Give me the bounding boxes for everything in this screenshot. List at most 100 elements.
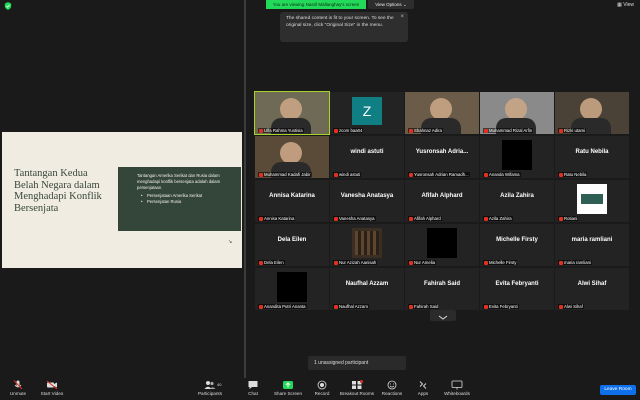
whiteboards-label: Whiteboards <box>444 391 470 396</box>
participant-tile[interactable]: Rotiani <box>555 180 629 222</box>
participant-video-off <box>502 140 532 170</box>
participant-name-label: Nur Azizah Aanisah <box>333 260 378 265</box>
participant-name: Anandita Putri Ananta <box>264 304 306 309</box>
participant-tile[interactable]: Muhammad Kadafi Jabir <box>255 136 329 178</box>
muted-mic-icon <box>484 172 488 177</box>
shared-screen: Tantangan Kedua Belah Negara dalam Mengh… <box>2 132 242 268</box>
view-button[interactable]: ▦ View <box>617 2 634 8</box>
breakout-rooms-icon <box>352 380 363 389</box>
split-divider[interactable] <box>244 0 246 378</box>
participant-tile[interactable]: Dela Eilen Dela Eilen <box>255 224 329 266</box>
apps-label: Apps <box>417 391 429 396</box>
participant-name-display: Vanesha Anatasya <box>340 193 394 199</box>
participant-name: Ratu Nebila <box>564 172 587 177</box>
muted-mic-icon <box>559 172 563 177</box>
participant-name: Muhammad Kadafi Jabir <box>264 172 311 177</box>
participant-tile[interactable]: Nur Azizah Aanisah <box>330 224 404 266</box>
slide-panel-text: Tantangan Amerika Serikat dan Rusia dala… <box>137 173 221 191</box>
participant-tile[interactable]: Ratu Nebila Ratu Nebila <box>555 136 629 178</box>
participant-tile[interactable]: Nur Amelia <box>405 224 479 266</box>
participant-name-label: Ratu Nebila <box>558 172 588 177</box>
participant-name: Muhammad Rizal Arfin <box>489 128 533 133</box>
participant-tile[interactable]: Afifah Alphard Afifah Alphard <box>405 180 479 222</box>
view-options-button[interactable]: View Options ⌄ <box>368 0 414 9</box>
record-label: Record <box>314 391 330 396</box>
muted-mic-icon <box>409 128 413 133</box>
participant-name-label: Ulfa Rahma Yustisia <box>258 128 304 133</box>
participant-tile[interactable]: Yusronsah Adria... Yusronsah Adrian Ramad… <box>405 136 479 178</box>
participant-name-label: Anandita Putri Ananta <box>258 304 307 309</box>
unassigned-participant-notice[interactable]: 1 unassigned participant <box>308 356 406 370</box>
muted-mic-icon <box>484 216 488 221</box>
participant-tile[interactable]: Vanesha Anatasya Vanesha Anatasya <box>330 180 404 222</box>
participant-tile[interactable]: Ulfa Rahma Yustisia <box>254 91 330 135</box>
muted-mic-icon <box>259 216 263 221</box>
slide-bullets: Persenjataan Amerika Serikat Persenjatan… <box>137 193 233 206</box>
participant-name-display: Annisa Katarina <box>269 193 315 199</box>
slide-panel: Tantangan Amerika Serikat dan Rusia dala… <box>118 167 241 231</box>
record-button[interactable]: Record <box>302 380 342 396</box>
participant-name-label: Muhammad Kadafi Jabir <box>258 172 312 177</box>
smiley-icon <box>387 380 397 390</box>
participant-video <box>577 184 607 214</box>
participant-tile[interactable]: Shahnaz Adira <box>405 92 479 134</box>
participant-tile[interactable]: Alwi Sihaf Alwi Sihaf <box>555 268 629 310</box>
participant-name: Ulfa Rahma Yustisia <box>264 128 303 133</box>
participant-name: Michelle Firsty <box>489 260 517 265</box>
participant-tile[interactable]: Azila Zahira Azila Zahira <box>480 180 554 222</box>
participant-name: Nur Azizah Aanisah <box>339 260 377 265</box>
participant-name: Afifah Alphard <box>414 216 441 221</box>
participant-name-label: zcom baa04 <box>333 128 364 133</box>
participant-name-label: Muhammad Rizal Arfin <box>483 128 534 133</box>
participant-tile[interactable]: Rizki utami <box>555 92 629 134</box>
muted-mic-icon <box>409 172 413 177</box>
muted-mic-icon <box>259 260 263 265</box>
muted-mic-icon <box>559 128 563 133</box>
participant-name: Naufhal Azzam <box>339 304 368 309</box>
shield-icon[interactable] <box>4 2 12 10</box>
muted-mic-icon <box>409 304 413 309</box>
whiteboards-button[interactable]: Whiteboards <box>437 380 477 396</box>
participant-name-label: Vanesha Anatasya <box>333 216 376 221</box>
participant-name: Rizki utami <box>564 128 586 133</box>
participant-name-label: Yusronsah Adrian Ramadh... <box>408 172 470 177</box>
whiteboard-icon <box>451 380 463 390</box>
chevron-down-icon: ⌄ <box>402 2 407 7</box>
participant-name-label: Evita Febryanti <box>483 304 519 309</box>
muted-mic-icon <box>484 260 488 265</box>
participant-tile[interactable]: Naufhal Azzam Naufhal Azzam <box>330 268 404 310</box>
participant-tile[interactable]: Ananda Wifama <box>480 136 554 178</box>
participant-tile[interactable]: Anandita Putri Ananta <box>255 268 329 310</box>
meeting-window: You are viewing Nasril Mallanghay's scre… <box>0 0 640 400</box>
chat-button[interactable]: Chat <box>233 380 273 396</box>
scroll-down-button[interactable] <box>430 310 456 321</box>
start-video-button[interactable]: Start Video <box>32 380 72 396</box>
view-options-label: View Options <box>375 2 402 7</box>
participant-name-label: Shahnaz Adira <box>408 128 443 133</box>
participant-name-display: Alwi Sihaf <box>577 281 607 287</box>
breakout-rooms-button[interactable]: Breakout Rooms <box>337 380 377 396</box>
participant-tile[interactable]: Fahirah Said Fahirah Said <box>405 268 479 310</box>
participant-tile[interactable]: Zzcom baa04 <box>330 92 404 134</box>
close-icon[interactable]: × <box>400 14 404 21</box>
share-screen-icon <box>283 381 293 389</box>
participant-tile[interactable]: Michelle Firsty Michelle Firsty <box>480 224 554 266</box>
participant-name: Nur Amelia <box>414 260 436 265</box>
participant-tile[interactable]: windi astuti windi astuti <box>330 136 404 178</box>
leave-room-button[interactable]: Leave Room <box>600 385 636 395</box>
participant-name-label: Dela Eilen <box>258 260 285 265</box>
participant-tile[interactable]: maria ramliani maria ramliani <box>555 224 629 266</box>
slide-title: Tantangan Kedua Belah Negara dalam Mengh… <box>14 168 102 214</box>
participants-button[interactable]: Participants 40 <box>190 380 230 396</box>
participant-name-label: maria ramliani <box>558 260 592 265</box>
participant-name-label: Afifah Alphard <box>408 216 442 221</box>
participant-name-label: Nur Amelia <box>408 260 437 265</box>
participant-name: Annisa Katarina <box>264 216 295 221</box>
muted-mic-icon <box>409 216 413 221</box>
participant-tile[interactable]: Evita Febryanti Evita Febryanti <box>480 268 554 310</box>
participant-tile[interactable]: Annisa Katarina Annisa Katarina <box>255 180 329 222</box>
participant-name-label: Alwi Sihaf <box>558 304 584 309</box>
participant-tile[interactable]: Muhammad Rizal Arfin <box>480 92 554 134</box>
participant-name-display: Yusronsah Adria... <box>415 149 469 155</box>
participant-name: Shahnaz Adira <box>414 128 442 133</box>
